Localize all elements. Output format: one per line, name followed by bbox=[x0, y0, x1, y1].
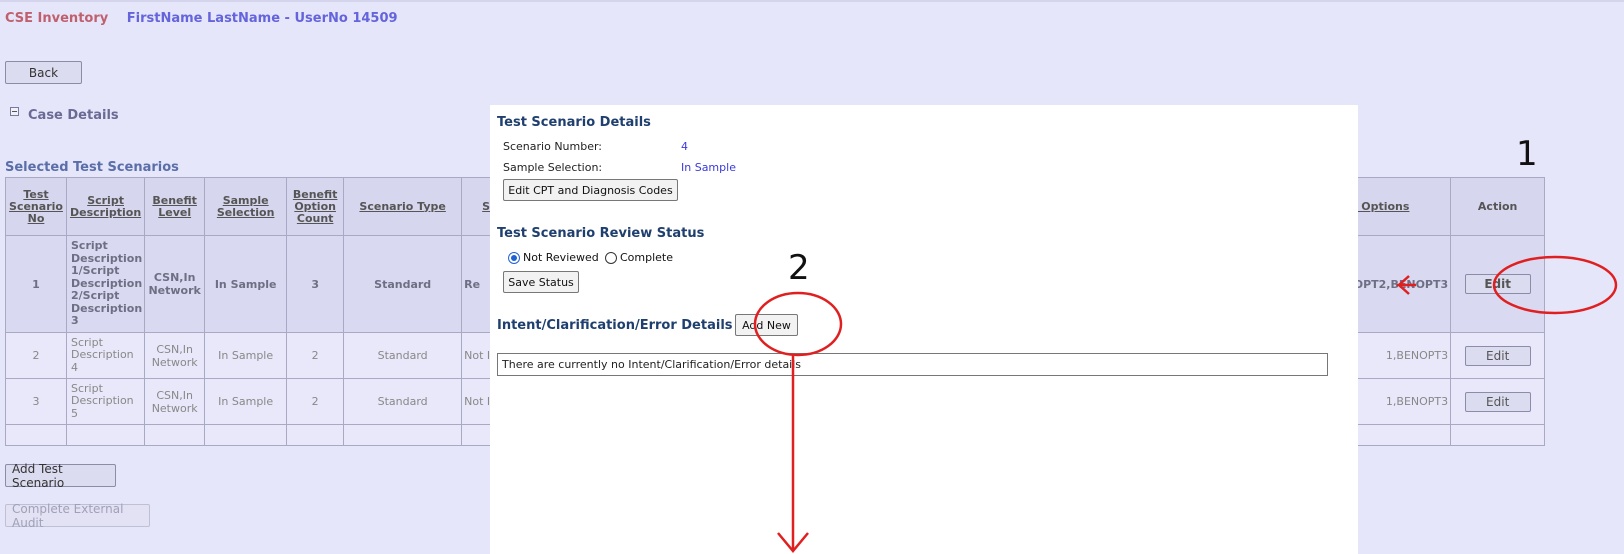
annotation-overlay bbox=[753, 255, 1618, 553]
annotation-marker-1: 1 bbox=[1516, 134, 1538, 174]
edit-highlight-circle bbox=[1492, 255, 1618, 315]
add-new-highlight-circle bbox=[753, 291, 843, 357]
annotation-marker-2: 2 bbox=[788, 248, 810, 288]
